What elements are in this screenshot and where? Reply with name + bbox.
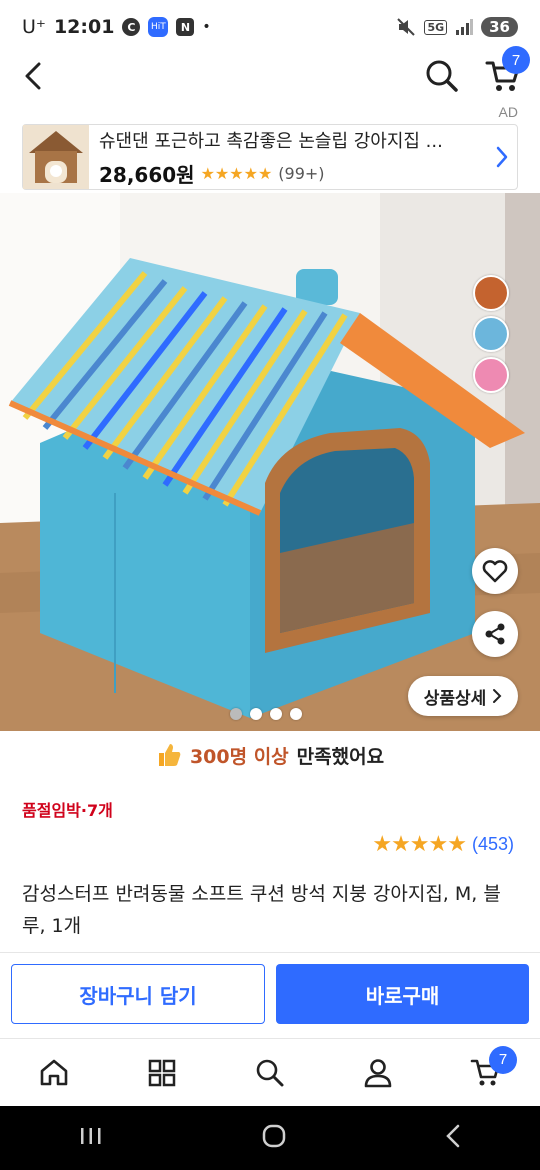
nav-home[interactable] (29, 1048, 79, 1098)
search-button[interactable] (422, 56, 462, 96)
ad-title: 슈댄댄 포근하고 촉감좋은 논슬립 강아지집 ... (99, 130, 443, 152)
product-image-gallery[interactable]: 상품상세 (0, 193, 540, 731)
ad-thumbnail (23, 125, 89, 189)
gallery-dot[interactable] (250, 708, 262, 720)
add-to-cart-button[interactable]: 장바구니 담기 (11, 964, 265, 1024)
bottom-navigation: 7 (0, 1038, 540, 1106)
chevron-right-icon (493, 689, 502, 703)
nav-search[interactable] (245, 1048, 295, 1098)
signal-icon (456, 19, 474, 35)
nav-cart[interactable]: 7 (461, 1045, 517, 1098)
status-time: 12:01 (53, 16, 115, 38)
ad-price-row: 28,660원 ★★★★★ (99+) (99, 159, 487, 188)
ad-chevron (487, 145, 517, 169)
divider (0, 952, 540, 953)
cart-count-badge: 7 (489, 1045, 517, 1074)
heart-icon (482, 560, 508, 583)
satisfaction-banner: 300명 이상 만족했어요 (0, 736, 540, 774)
ad-text: 슈댄댄 포근하고 촉감좋은 논슬립 강아지집 ... 28,660원 ★★★★★… (89, 127, 487, 188)
color-swatch-brown[interactable] (473, 275, 509, 311)
thumbs-up-icon (158, 744, 181, 766)
product-detail-button[interactable]: 상품상세 (408, 676, 518, 716)
ad-rating-stars: ★★★★★ (200, 163, 273, 183)
gallery-dot[interactable] (230, 708, 242, 720)
ad-review-count: (99+) (278, 163, 325, 183)
gallery-dot[interactable] (290, 708, 302, 720)
search-icon (256, 1059, 284, 1086)
product-title: 감성스터프 반려동물 소프트 쿠션 방석 지붕 강아지집, M, 블루, 1개 (22, 883, 501, 937)
buy-now-button[interactable]: 바로구매 (276, 964, 529, 1024)
dog-house-thumbnail-image (23, 125, 89, 189)
wishlist-button[interactable] (472, 548, 518, 594)
nav-my-account[interactable] (353, 1048, 403, 1098)
profile-icon (364, 1058, 392, 1087)
satisfaction-text: 만족했어요 (296, 745, 385, 768)
header-cart-button[interactable]: 7 (480, 46, 530, 96)
color-swatch-blue[interactable] (473, 316, 509, 352)
battery-indicator: 36 (481, 17, 518, 37)
nav-categories[interactable] (137, 1048, 187, 1098)
review-count-link[interactable]: (453) (472, 834, 514, 855)
recent-apps-icon (81, 1128, 101, 1144)
status-left: U⁺ 12:01 C HiT N • (22, 16, 211, 38)
product-photo (0, 193, 540, 731)
back-button[interactable] (18, 58, 48, 94)
network-5g-icon: 5G (424, 19, 448, 35)
notification-c-icon: C (122, 18, 141, 36)
ad-banner[interactable]: 슈댄댄 포근하고 촉감좋은 논슬립 강아지집 ... 28,660원 ★★★★★… (22, 124, 518, 190)
status-right: 5G 36 (396, 17, 518, 37)
status-bar: U⁺ 12:01 C HiT N • 5G 36 (0, 0, 540, 54)
product-detail-label: 상품상세 (423, 688, 487, 709)
ad-price: 28,660원 (99, 162, 195, 187)
system-navigation-bar (0, 1106, 540, 1170)
back-chevron-icon (446, 1124, 460, 1148)
gallery-dot[interactable] (270, 708, 282, 720)
home-circle-icon (262, 1124, 286, 1148)
share-button[interactable] (472, 611, 518, 657)
notification-n-icon: N (176, 18, 195, 36)
gallery-pagination (230, 708, 302, 720)
cart-count-badge: 7 (502, 46, 530, 74)
notification-app-icon: HiT (148, 17, 169, 37)
back-system-button[interactable] (445, 1124, 461, 1152)
product-rating[interactable]: ★★★★★ (453) (372, 832, 514, 857)
more-notifications-dot: • (202, 19, 211, 35)
mute-icon (397, 18, 416, 36)
color-swatch-pink[interactable] (473, 357, 509, 393)
ad-label: AD (498, 104, 518, 120)
top-navigation: 7 (0, 46, 540, 100)
low-stock-label: 품절임박·7개 (22, 801, 113, 820)
categories-icon (148, 1059, 176, 1086)
rating-stars: ★★★★★ (372, 832, 467, 857)
search-icon (426, 60, 458, 92)
back-arrow-icon (25, 62, 41, 90)
home-icon (40, 1059, 68, 1085)
share-icon (485, 623, 505, 645)
home-system-button[interactable] (261, 1123, 287, 1153)
recent-apps-button[interactable] (79, 1125, 103, 1151)
satisfaction-count: 300명 이상 (189, 745, 289, 768)
carrier-label: U⁺ (22, 16, 46, 38)
chevron-right-icon (496, 146, 508, 168)
